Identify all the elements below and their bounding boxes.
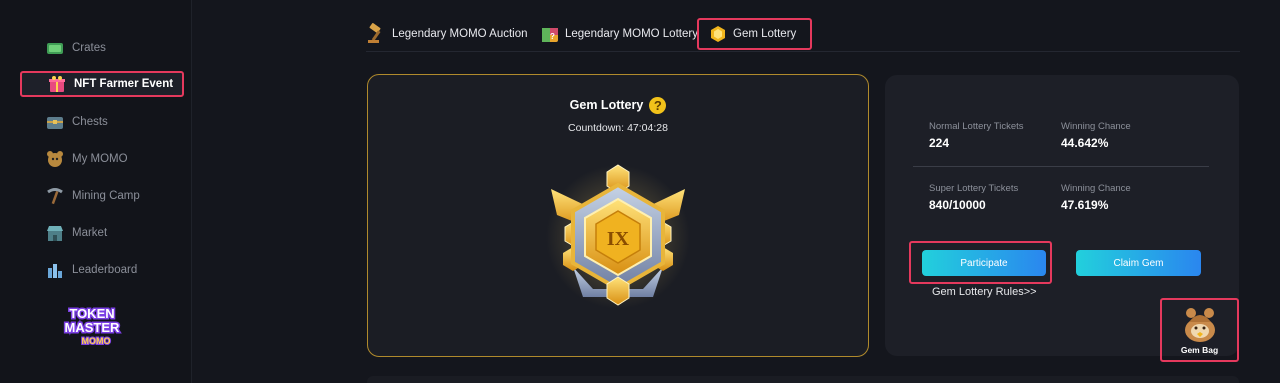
gem-bag-label: Gem Bag bbox=[1180, 345, 1219, 355]
sidebar-item-leaderboard[interactable]: Leaderboard bbox=[44, 257, 137, 283]
sidebar-item-my-momo[interactable]: My MOMO bbox=[44, 146, 128, 172]
gem-icon bbox=[707, 23, 729, 45]
mystery-box-icon: ? bbox=[539, 23, 561, 45]
super-chance-value: 47.619% bbox=[1061, 198, 1109, 212]
countdown-label: Countdown: bbox=[568, 122, 625, 134]
next-card-edge bbox=[367, 376, 1239, 383]
sidebar-item-label: Leaderboard bbox=[72, 264, 138, 276]
sidebar-item-label: Mining Camp bbox=[72, 190, 140, 202]
sidebar-item-nft-farmer-event[interactable]: NFT Farmer Event bbox=[20, 71, 184, 97]
gem-bag-button[interactable]: Gem Bag bbox=[1160, 298, 1239, 362]
gift-icon bbox=[46, 73, 68, 95]
momo-icon bbox=[44, 148, 66, 170]
tab-underline bbox=[366, 51, 1240, 52]
claim-gem-button[interactable]: Claim Gem bbox=[1076, 250, 1201, 276]
sidebar-item-label: My MOMO bbox=[72, 153, 128, 165]
gem-lottery-rules-link[interactable]: Gem Lottery Rules>> bbox=[932, 286, 1037, 298]
chest-icon bbox=[44, 111, 66, 133]
sidebar-item-label: Crates bbox=[72, 42, 106, 54]
sidebar-item-crates[interactable]: Crates bbox=[44, 35, 106, 61]
stats-divider bbox=[913, 166, 1209, 167]
market-icon bbox=[44, 222, 66, 244]
countdown-value: 47:04:28 bbox=[627, 122, 668, 134]
svg-text:TOKEN: TOKEN bbox=[69, 306, 114, 321]
sidebar: Crates NFT Farmer Event Chests My MOMO M… bbox=[0, 0, 192, 383]
sidebar-item-label: Chests bbox=[72, 116, 108, 128]
participate-button[interactable]: Participate bbox=[922, 250, 1046, 276]
super-tickets-value: 840/10000 bbox=[929, 198, 986, 212]
sidebar-item-label: NFT Farmer Event bbox=[74, 78, 174, 90]
lottery-tabs: Legendary MOMO Auction ? Legendary MOMO … bbox=[364, 18, 1240, 52]
badge-numeral: IX bbox=[607, 228, 630, 250]
tab-legendary-momo-auction[interactable]: Legendary MOMO Auction bbox=[366, 18, 528, 50]
gem-badge-emblem: IX bbox=[543, 157, 693, 312]
gem-lottery-card: Gem Lottery? Countdown: 47:04:28 IX bbox=[367, 74, 869, 357]
tab-label: Legendary MOMO Lottery bbox=[565, 28, 698, 40]
sidebar-item-label: Market bbox=[72, 227, 108, 239]
crate-icon bbox=[44, 37, 66, 59]
countdown: Countdown: 47:04:28 bbox=[368, 122, 868, 134]
tab-label: Gem Lottery bbox=[733, 28, 797, 40]
super-chance-label: Winning Chance bbox=[1061, 183, 1131, 194]
tab-gem-lottery[interactable]: Gem Lottery bbox=[697, 18, 813, 50]
super-tickets-label: Super Lottery Tickets bbox=[929, 183, 1019, 194]
normal-chance-value: 44.642% bbox=[1061, 136, 1109, 150]
page-title: Gem Lottery? bbox=[368, 97, 868, 114]
tab-legendary-momo-lottery[interactable]: ? Legendary MOMO Lottery bbox=[539, 18, 698, 50]
svg-text:?: ? bbox=[550, 32, 555, 41]
gavel-icon bbox=[366, 23, 388, 45]
normal-tickets-value: 224 bbox=[929, 136, 950, 150]
svg-text:MOMO: MOMO bbox=[82, 336, 111, 346]
pickaxe-icon bbox=[44, 185, 66, 207]
normal-chance-label: Winning Chance bbox=[1061, 121, 1131, 132]
help-icon[interactable]: ? bbox=[649, 97, 667, 114]
gem-bag-icon bbox=[1181, 304, 1219, 344]
token-master-momo-logo[interactable]: TOKEN MASTER MOMO bbox=[56, 304, 136, 350]
sidebar-item-chests[interactable]: Chests bbox=[44, 109, 108, 135]
sidebar-item-mining-camp[interactable]: Mining Camp bbox=[44, 183, 140, 209]
leaderboard-icon bbox=[44, 259, 66, 281]
sidebar-item-market[interactable]: Market bbox=[44, 220, 107, 246]
normal-tickets-label: Normal Lottery Tickets bbox=[929, 121, 1024, 132]
lottery-title: Gem Lottery bbox=[569, 97, 644, 112]
svg-text:MASTER: MASTER bbox=[65, 320, 121, 335]
tab-label: Legendary MOMO Auction bbox=[392, 28, 528, 40]
